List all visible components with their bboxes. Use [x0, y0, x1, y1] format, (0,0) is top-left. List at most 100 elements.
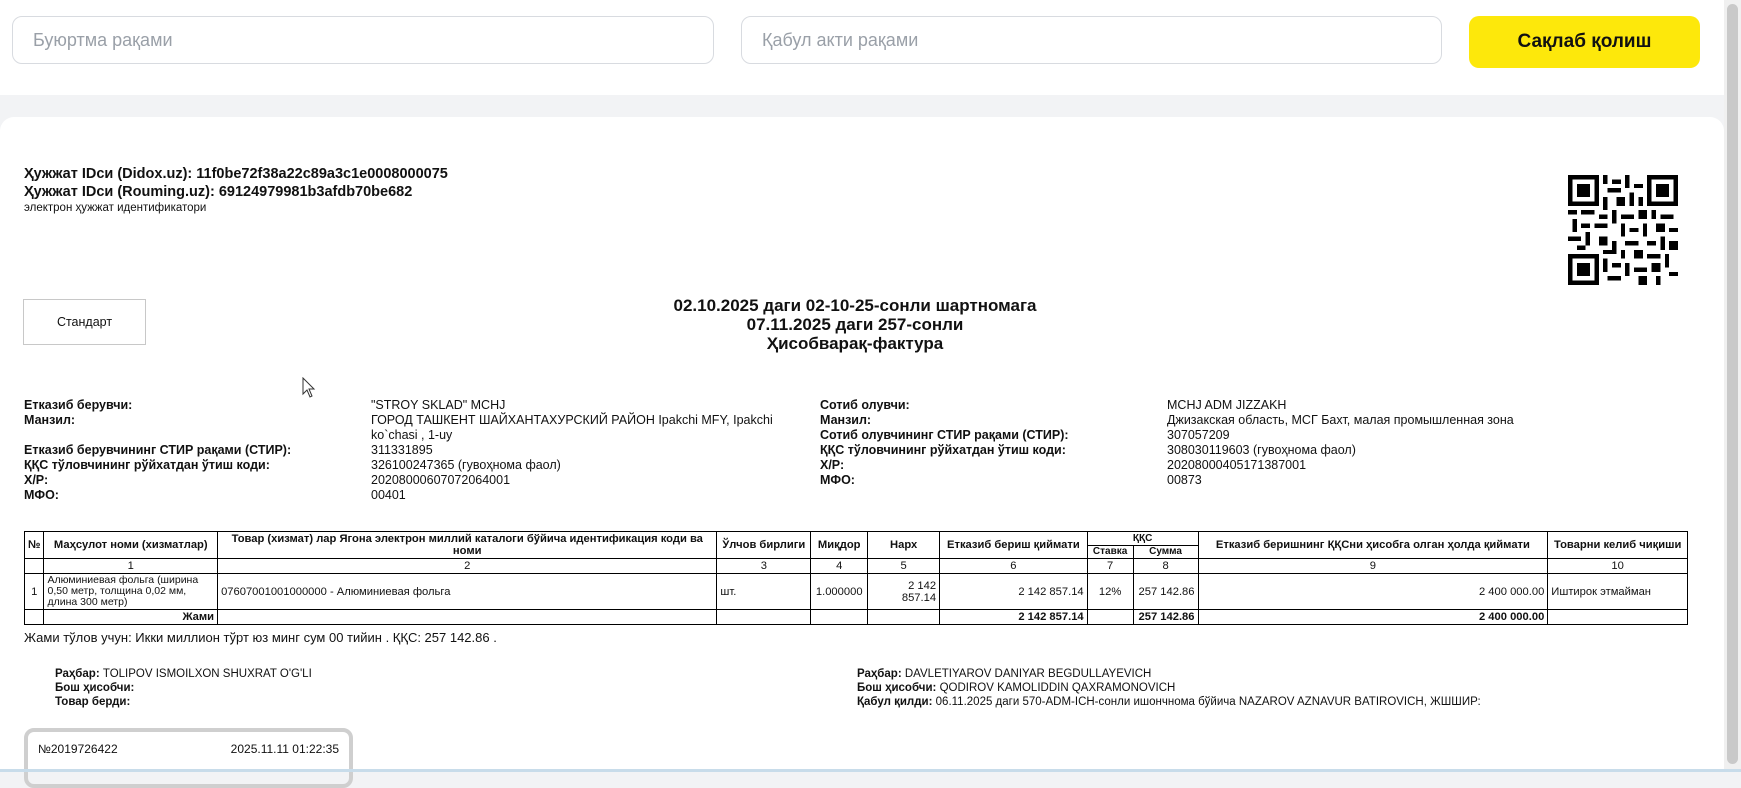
seller-address-line1: ГОРОД ТАШКЕНТ ШАЙХАНТАХУРСКИЙ РАЙОН Ipak…: [371, 413, 773, 427]
seller-accountant-label: Бош ҳисобчи:: [55, 682, 135, 694]
acceptance-act-number-input[interactable]: [741, 16, 1442, 64]
buyer-stir-label: Сотиб олувчининг СТИР рақами (СТИР):: [820, 428, 1069, 442]
top-form-bar: Сақлаб қолиш: [0, 0, 1741, 95]
goods-table: № Маҳсулот номи (хизматлар) Товар (хизма…: [23, 531, 1688, 625]
buyer-address-label: Манзил:: [820, 413, 872, 427]
col-number: 1: [43, 558, 219, 574]
col-number: 10: [1547, 558, 1688, 574]
buyer-accountant-label: Бош ҳисобчи:: [857, 682, 937, 694]
seller-label: Етказиб берувчи:: [24, 398, 133, 412]
col-total-header: Етказиб беришнинг ҚҚСни ҳисобга олган ҳо…: [1197, 531, 1549, 559]
stamp-number: №2019726422: [38, 742, 118, 756]
mouse-cursor-icon: [302, 377, 316, 398]
id-note: электрон ҳужжат идентификатори: [24, 202, 207, 214]
seller-account: 20208000607072064001: [371, 473, 511, 487]
row-vat-sum: 257 142.86: [1132, 573, 1199, 610]
buyer-mfo: 00873: [1167, 473, 1202, 487]
title-contract-line: 02.10.2025 даги 02-10-25-сонли шартномаг…: [673, 296, 1037, 315]
buyer-received-label: Қабул қилди:: [857, 696, 933, 708]
buyer-account-label: Х/Р:: [820, 458, 845, 472]
row-total-with-vat: 2 400 000.00: [1197, 573, 1549, 610]
col-number: 3: [716, 558, 812, 574]
seller-head-name: TOLIPOV ISMOILXON SHUXRAT O'G'LI: [102, 668, 312, 680]
col-delivery-cost-header: Етказиб бериш қиймати: [939, 531, 1088, 559]
table-row: 1 Алюминиевая фольга (ширина 0,50 метр, …: [23, 573, 1688, 610]
col-origin-header: Товарни келиб чиқиши: [1547, 531, 1688, 559]
col-vat-sum-header: Сумма: [1132, 544, 1199, 559]
total-with-vat: 2 400 000.00: [1197, 609, 1549, 625]
buyer-head-label: Раҳбар:: [857, 668, 902, 680]
col-vat-rate-header: Ставка: [1086, 544, 1134, 559]
row-unit: шт.: [716, 573, 812, 610]
save-button[interactable]: Сақлаб қолиш: [1469, 16, 1700, 68]
col-number: 8: [1132, 558, 1199, 574]
rouming-id: Ҳужжат IDси (Rouming.uz): 69124979981b3a…: [24, 184, 413, 200]
standard-type-box: Стандарт: [23, 299, 146, 345]
buyer-stir: 307057209: [1167, 428, 1230, 442]
row-vat-rate: 12%: [1086, 573, 1134, 610]
seller-labels: Етказиб берувчи: Манзил: Етказиб берувчи…: [24, 398, 364, 503]
table-total-row: Жами 2 142 857.14 257 142.86 2 400 000.0…: [23, 609, 1688, 625]
seller-address-line2: ko`chasi , 1-uy: [371, 428, 453, 442]
seller-stir: 311331895: [371, 443, 433, 457]
col-unit-header: Ўлчов бирлиги: [716, 531, 812, 559]
row-code: 07607001001000000 - Алюминиевая фольга: [217, 573, 718, 610]
seller-stir-label: Етказиб берувчининг СТИР рақами (СТИР):: [24, 443, 292, 457]
buyer-name: MCHJ ADM JIZZAKH: [1167, 398, 1287, 412]
buyer-vat-label: ҚҚС тўловчининг рўйхатдан ўтиш коди:: [820, 443, 1066, 457]
seller-signatures: Раҳбар: TOLIPOV ISMOILXON SHUXRAT O'G'LI…: [55, 667, 755, 709]
table-header-row: № Маҳсулот номи (хизматлар) Товар (хизма…: [23, 531, 1688, 559]
buyer-received-value: 06.11.2025 даги 570-ADM-ICH-сонли ишончн…: [935, 696, 1481, 708]
order-number-input[interactable]: [12, 16, 714, 64]
col-qty-header: Миқдор: [810, 531, 869, 559]
buyer-account: 20208000405171387001: [1167, 458, 1307, 472]
col-number: 2: [217, 558, 718, 574]
col-code-header: Товар (хизмат) лар Ягона электрон миллий…: [217, 531, 718, 559]
seller-account-label: Х/Р:: [24, 473, 49, 487]
col-number: 4: [810, 558, 869, 574]
signature-stamp: №2019726422 2025.11.11 01:22:35: [24, 728, 353, 788]
title-doc-type: Ҳисобварақ-фактура: [766, 334, 944, 353]
row-num: 1: [23, 573, 45, 610]
seller-released-label: Товар берди:: [55, 696, 131, 708]
col-vat-header: ҚҚС: [1086, 531, 1199, 546]
col-price-header: Нарх: [867, 531, 941, 559]
seller-head-label: Раҳбар:: [55, 668, 100, 680]
col-num-header: №: [23, 531, 45, 559]
seller-mfo: 00401: [371, 488, 406, 502]
total-in-words: Жами тўлов учун: Икки миллион тўрт юз ми…: [24, 630, 497, 645]
buyer-label: Сотиб олувчи:: [820, 398, 910, 412]
total-vat-sum: 257 142.86: [1132, 609, 1199, 625]
total-label: Жами: [43, 609, 219, 625]
col-number: 5: [867, 558, 941, 574]
column-number-row: 1 2 3 4 5 6 7 8 9 10: [23, 558, 1688, 574]
buyer-values: MCHJ ADM JIZZAKH Джизакская область, МСГ…: [1167, 398, 1587, 488]
col-number: 7: [1086, 558, 1134, 574]
stamp-datetime: 2025.11.11 01:22:35: [230, 742, 339, 756]
row-price: 2 142 857.14: [867, 573, 941, 610]
seller-name: "STROY SKLAD" MCHJ: [371, 398, 506, 412]
buyer-labels: Сотиб олувчи: Манзил: Сотиб олувчининг С…: [820, 398, 1160, 488]
seller-mfo-label: МФО:: [24, 488, 59, 502]
seller-vat-code: 326100247365 (гувоҳнома фаол): [371, 458, 561, 472]
row-name: Алюминиевая фольга (ширина 0,50 метр, то…: [43, 573, 219, 610]
seller-values: "STROY SKLAD" MCHJ ГОРОД ТАШКЕНТ ШАЙХАНТ…: [371, 398, 791, 503]
buyer-signatures: Раҳбар: DAVLETIYAROV DANIYAR BEGDULLAYEV…: [857, 667, 1717, 709]
scrollbar-thumb[interactable]: [1727, 4, 1738, 764]
col-number: 9: [1197, 558, 1549, 574]
buyer-address: Джизакская область, МСГ Бахт, малая пром…: [1167, 413, 1514, 427]
seller-address-label: Манзил:: [24, 413, 76, 427]
seller-vat-label: ҚҚС тўловчининг рўйхатдан ўтиш коди:: [24, 458, 270, 472]
buyer-head-name: DAVLETIYAROV DANIYAR BEGDULLAYEVICH: [904, 668, 1152, 680]
document-ids: Ҳужжат IDси (Didox.uz): 11f0be72f38a22c8…: [24, 165, 448, 215]
total-delivery-cost: 2 142 857.14: [939, 609, 1088, 625]
col-name-header: Маҳсулот номи (хизматлар): [43, 531, 219, 559]
invoice-title: 02.10.2025 даги 02-10-25-сонли шартномаг…: [555, 296, 1155, 353]
buyer-accountant-name: QODIROV KAMOLIDDIN QAXRAMONOVICH: [939, 682, 1176, 694]
title-number-line: 07.11.2025 даги 257-сонли: [746, 315, 964, 334]
col-number: 6: [939, 558, 1088, 574]
didox-id: Ҳужжат IDси (Didox.uz): 11f0be72f38a22c8…: [24, 166, 448, 182]
row-delivery-cost: 2 142 857.14: [939, 573, 1088, 610]
qr-code-icon: [1568, 175, 1678, 285]
row-origin: Иштирок этмайман: [1547, 573, 1688, 610]
